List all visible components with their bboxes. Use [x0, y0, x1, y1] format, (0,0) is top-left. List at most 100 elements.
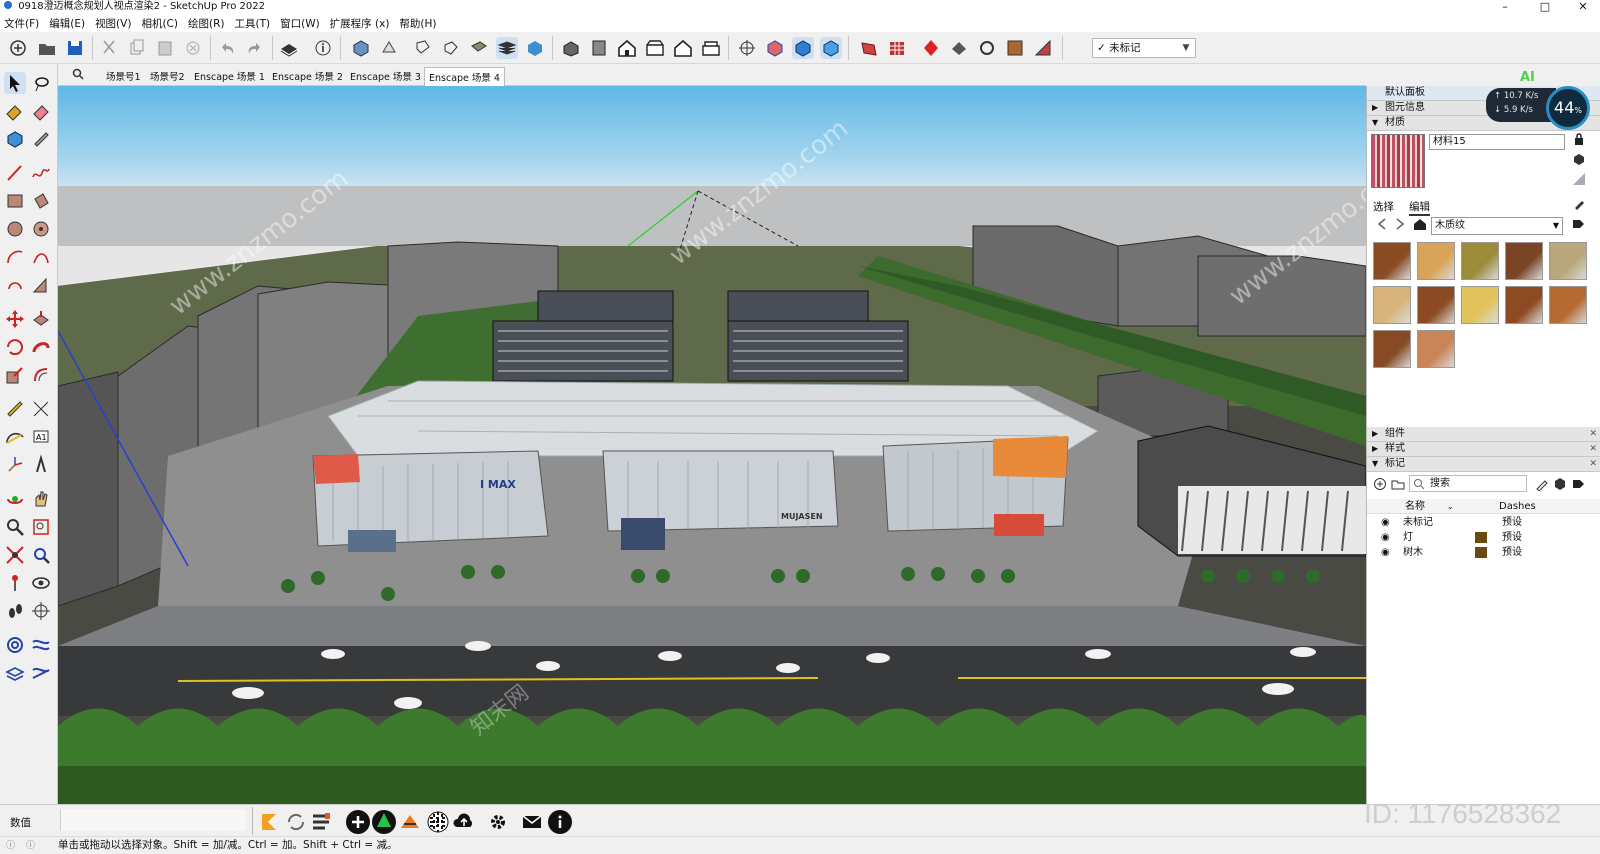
details-arrow-icon[interactable]	[1571, 217, 1585, 231]
menu-camera[interactable]: 相机(C)	[137, 14, 184, 31]
scene-tab-6[interactable]: Enscape 场景 4	[424, 67, 505, 86]
menu-window[interactable]: 窗口(W)	[276, 14, 326, 31]
lock-icon[interactable]	[1572, 132, 1586, 146]
material-swatch[interactable]	[1505, 286, 1543, 324]
tag-row[interactable]: ◉ 树木 预设	[1367, 545, 1600, 560]
left-view-icon[interactable]	[700, 37, 722, 59]
sandbox-tool-icon[interactable]	[4, 634, 26, 656]
create-material-icon[interactable]	[1572, 152, 1586, 166]
about-info-icon[interactable]	[548, 810, 572, 834]
eraser-tool-icon[interactable]	[30, 100, 52, 122]
circle-tool-icon[interactable]	[4, 218, 26, 240]
tag-tool-icon[interactable]	[1535, 477, 1549, 492]
forward-arrow-icon[interactable]	[1393, 217, 1407, 231]
measure-tool-icon[interactable]	[4, 398, 26, 420]
shaded-icon[interactable]	[792, 37, 814, 59]
save-icon[interactable]	[64, 37, 86, 59]
tag-color-swatch[interactable]	[1475, 532, 1487, 543]
cube-color-icon[interactable]	[524, 37, 546, 59]
arc-tool-icon[interactable]	[4, 246, 26, 268]
scene-tab-5[interactable]: Enscape 场景 3	[346, 67, 425, 85]
menu-draw[interactable]: 绘图(R)	[184, 14, 231, 31]
pie-tool-icon[interactable]	[30, 274, 52, 296]
close-section-icon[interactable]: ✕	[1589, 442, 1597, 456]
component-tool-icon[interactable]	[4, 128, 26, 150]
axes-tool-icon[interactable]	[4, 454, 26, 476]
select-icon-2[interactable]	[412, 37, 434, 59]
chevron-down-icon[interactable]: ⌄	[1447, 499, 1454, 514]
add-circle-icon[interactable]	[346, 810, 370, 834]
add-tag-icon[interactable]	[1373, 477, 1387, 491]
section-components[interactable]: ▶ 组件 ✕	[1367, 427, 1600, 442]
enscape-start-icon[interactable]	[258, 810, 282, 834]
scene-tab-2[interactable]: 场景号2	[146, 67, 189, 85]
arc3-tool-icon[interactable]	[4, 274, 26, 296]
menu-edit[interactable]: 编辑(E)	[45, 14, 91, 31]
pushpull-tool-icon[interactable]	[30, 308, 52, 330]
menu-extensions[interactable]: 扩展程序 (x)	[326, 14, 396, 31]
section-tags[interactable]: ▼ 标记 ✕	[1367, 457, 1600, 472]
menu-view[interactable]: 视图(V)	[91, 14, 137, 31]
select-tool-icon[interactable]	[4, 72, 26, 94]
tab-select[interactable]: 选择	[1373, 199, 1394, 214]
model-viewport[interactable]: I MAX MUJASEN www.znzmo.com www.znzmo.co…	[58, 86, 1366, 804]
rotate-tool-icon[interactable]	[4, 336, 26, 358]
checker-sphere-icon[interactable]	[426, 810, 450, 834]
measurements-input[interactable]	[60, 809, 246, 831]
eyedropper-icon[interactable]	[1573, 196, 1587, 210]
freehand-tool-icon[interactable]	[30, 162, 52, 184]
enscape-icon-7[interactable]	[1032, 37, 1054, 59]
rotated-rect-tool-icon[interactable]	[30, 190, 52, 212]
minimize-button[interactable]: –	[1490, 0, 1520, 14]
tag-row[interactable]: ◉ 灯 预设	[1367, 530, 1600, 545]
material-swatch[interactable]	[1373, 242, 1411, 280]
enscape-icon-1[interactable]	[858, 37, 880, 59]
default-material-icon[interactable]	[1572, 172, 1586, 186]
copy-icon[interactable]	[126, 37, 148, 59]
enscape-icon-3[interactable]	[920, 37, 942, 59]
redo-icon[interactable]	[244, 37, 266, 59]
open-folder-icon[interactable]	[36, 37, 58, 59]
dimension-tool-icon[interactable]	[30, 398, 52, 420]
cloud-upload-icon[interactable]	[452, 810, 476, 834]
shape-icon[interactable]	[440, 37, 462, 59]
drape-tool-icon[interactable]	[4, 662, 26, 684]
walk-tool-icon[interactable]	[4, 600, 26, 622]
paint-tool-icon[interactable]	[4, 100, 26, 122]
tag-details-icon[interactable]	[1571, 477, 1585, 491]
scale-tool-icon[interactable]	[4, 364, 26, 386]
credits-icon[interactable]: ⓘ	[26, 838, 35, 854]
arc2-tool-icon[interactable]	[30, 246, 52, 268]
position-camera-tool-icon[interactable]	[4, 572, 26, 594]
paint-bucket-icon[interactable]	[378, 37, 400, 59]
previous-view-tool-icon[interactable]	[30, 544, 52, 566]
tag-search-input[interactable]: 搜索	[1409, 475, 1527, 492]
close-section-icon[interactable]: ✕	[1589, 427, 1597, 441]
layers-icon[interactable]	[496, 37, 518, 59]
add-folder-icon[interactable]	[1391, 477, 1405, 491]
scene-tab-4[interactable]: Enscape 场景 2	[268, 67, 347, 85]
material-swatch[interactable]	[1373, 286, 1411, 324]
line-tool-icon[interactable]	[4, 162, 26, 184]
section-styles[interactable]: ▶ 样式 ✕	[1367, 442, 1600, 457]
erase-icon[interactable]	[182, 37, 204, 59]
3dtext-tool-icon[interactable]	[30, 454, 52, 476]
enscape-icon-5[interactable]	[976, 37, 998, 59]
section-plane-tool-icon[interactable]	[30, 600, 52, 622]
column-dashes[interactable]: Dashes	[1499, 499, 1536, 514]
paste-icon[interactable]	[154, 37, 176, 59]
tag-row[interactable]: ◉ 未标记 预设	[1367, 515, 1600, 530]
close-section-icon[interactable]: ✕	[1589, 457, 1597, 471]
enscape-icon-6[interactable]	[1004, 37, 1026, 59]
material-swatch[interactable]	[1461, 242, 1499, 280]
make-component-icon[interactable]	[350, 37, 372, 59]
close-window-button[interactable]: ✕	[1568, 0, 1598, 14]
tree-icon[interactable]	[372, 810, 396, 834]
shaded-textures-icon[interactable]	[820, 37, 842, 59]
menu-tools[interactable]: 工具(T)	[230, 14, 276, 31]
eye-icon[interactable]: ◉	[1381, 515, 1390, 530]
front-view-icon[interactable]	[616, 37, 638, 59]
wireframe-icon[interactable]	[764, 37, 786, 59]
followme-tool-icon[interactable]	[30, 336, 52, 358]
stamp-tool-icon[interactable]	[30, 634, 52, 656]
